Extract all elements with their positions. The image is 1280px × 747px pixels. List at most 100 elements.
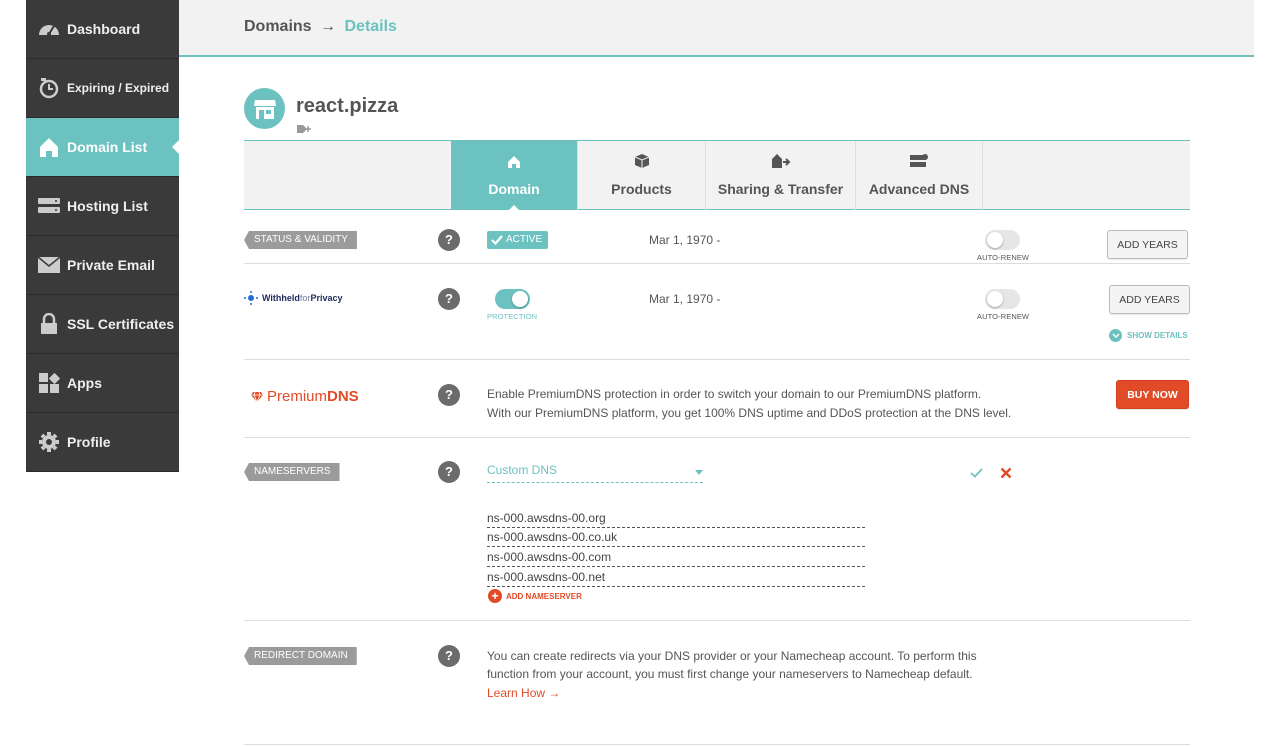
server-icon: [37, 194, 61, 218]
nameserver-input-1[interactable]: [487, 509, 865, 528]
wfp-brand-end: Privacy: [310, 293, 343, 303]
caret-down-icon: [695, 470, 703, 475]
chevron-down-icon: [1109, 329, 1122, 342]
tag-add-icon[interactable]: [296, 123, 312, 141]
row-divider: [244, 620, 1190, 621]
tab-domain[interactable]: Domain: [451, 141, 578, 211]
tab-label: Products: [611, 181, 672, 197]
wfp-brand-light: for: [299, 293, 311, 303]
premium-dns-brand-light: Premium: [267, 388, 328, 405]
check-icon: [491, 235, 503, 245]
sidebar-item-profile[interactable]: Profile: [26, 413, 179, 472]
sidebar-item-ssl[interactable]: SSL Certificates: [26, 295, 179, 354]
tab-sharing-transfer[interactable]: Sharing & Transfer: [706, 141, 856, 210]
row-divider: [244, 744, 1190, 745]
redirect-description-line2: function from your account, you must fir…: [487, 667, 973, 681]
sidebar-item-label: Hosting List: [67, 198, 148, 214]
breadcrumb-root[interactable]: Domains: [244, 18, 312, 35]
box-icon: [634, 153, 650, 172]
share-icon: [771, 153, 791, 172]
redirect-help-button[interactable]: ?: [438, 645, 460, 667]
buy-now-button[interactable]: BUY NOW: [1116, 380, 1189, 409]
premium-dns-description-line1: Enable PremiumDNS protection in order to…: [487, 387, 982, 401]
nameserver-input-4[interactable]: [487, 568, 865, 587]
apps-icon: [37, 371, 61, 395]
sidebar: Dashboard Expiring / Expired Domain List…: [26, 0, 180, 472]
sidebar-item-label: Apps: [67, 375, 102, 391]
toggle-knob: [512, 291, 528, 307]
sidebar-item-label: Expiring / Expired: [67, 81, 170, 95]
nameservers-label: NAMESERVERS: [244, 463, 340, 481]
premium-dns-brand-bold: DNS: [327, 388, 359, 405]
privacy-auto-renew-label: AUTO-RENEW: [977, 312, 1030, 321]
lock-icon: [37, 312, 61, 336]
nameserver-input-3[interactable]: [487, 548, 865, 567]
dns-type-select[interactable]: Custom DNS: [487, 463, 703, 483]
breadcrumb: Domains → Details: [244, 18, 397, 36]
auto-renew-toggle[interactable]: [985, 230, 1020, 250]
sidebar-item-apps[interactable]: Apps: [26, 354, 179, 413]
add-years-button[interactable]: ADD YEARS: [1107, 230, 1188, 259]
domain-avatar: [244, 88, 285, 129]
add-nameserver-text: ADD NAMESERVER: [506, 591, 582, 601]
sparkle-icon: [244, 291, 258, 305]
privacy-help-button[interactable]: ?: [438, 288, 460, 310]
show-details-link[interactable]: SHOW DETAILS: [1109, 329, 1188, 342]
sidebar-item-label: Domain List: [67, 139, 148, 155]
sidebar-item-domain-list[interactable]: Domain List: [26, 118, 180, 177]
home-icon: [507, 155, 521, 172]
cancel-x-icon[interactable]: [1000, 467, 1012, 479]
tab-label: Advanced DNS: [868, 181, 970, 197]
toggle-knob: [987, 232, 1003, 248]
page-header: Domains → Details: [179, 0, 1254, 57]
sidebar-item-expiring[interactable]: Expiring / Expired: [26, 59, 179, 118]
envelope-icon: [37, 253, 61, 277]
auto-renew-label: AUTO-RENEW: [977, 253, 1030, 262]
sidebar-item-private-email[interactable]: Private Email: [26, 236, 179, 295]
storefront-icon: [253, 99, 276, 119]
premium-dns-help-button[interactable]: ?: [438, 384, 460, 406]
sidebar-item-dashboard[interactable]: Dashboard: [26, 0, 179, 59]
sidebar-item-label: Dashboard: [67, 21, 141, 37]
sidebar-item-label: SSL Certificates: [67, 316, 175, 332]
nameservers-help-button[interactable]: ?: [438, 461, 460, 483]
redirect-description-line1: You can create redirects via your DNS pr…: [487, 649, 977, 663]
show-details-text: SHOW DETAILS: [1127, 331, 1188, 340]
add-nameserver-button[interactable]: + ADD NAMESERVER: [488, 589, 582, 603]
learn-how-link[interactable]: Learn How →: [487, 686, 560, 700]
tab-label: Sharing & Transfer: [717, 181, 844, 197]
sidebar-item-label: Private Email: [67, 257, 155, 273]
redirect-domain-label: REDIRECT DOMAIN: [244, 647, 357, 665]
premium-dns-description-line2: With our PremiumDNS platform, you get 10…: [487, 406, 1012, 420]
privacy-auto-renew-toggle[interactable]: [985, 289, 1020, 309]
gem-icon: [251, 391, 263, 403]
save-check-icon[interactable]: [970, 468, 983, 478]
status-help-button[interactable]: ?: [438, 229, 460, 251]
tab-label: Domain: [488, 181, 540, 197]
row-divider: [244, 359, 1190, 360]
speedometer-icon: [37, 17, 61, 41]
status-date: Mar 1, 1970 -: [649, 233, 721, 247]
gear-icon: [37, 430, 61, 454]
breadcrumb-current: Details: [344, 18, 397, 35]
nameserver-input-2[interactable]: [487, 528, 865, 547]
dns-type-selected: Custom DNS: [487, 463, 558, 477]
privacy-date: Mar 1, 1970 -: [649, 292, 721, 306]
status-badge-text: ACTIVE: [506, 234, 543, 245]
tab-advanced-dns[interactable]: Advanced DNS: [856, 141, 983, 210]
breadcrumb-arrow: →: [320, 18, 337, 35]
status-badge: ACTIVE: [487, 231, 549, 249]
withheld-for-privacy-logo: Withheld for Privacy: [244, 291, 342, 305]
premium-dns-logo: Premium DNS: [250, 388, 359, 405]
tab-products[interactable]: Products: [578, 141, 706, 210]
home-icon: [37, 135, 61, 159]
wfp-brand-bold: Withheld: [262, 293, 300, 303]
sidebar-item-hosting-list[interactable]: Hosting List: [26, 177, 179, 236]
clock-icon: [37, 76, 61, 100]
status-validity-label: STATUS & VALIDITY: [244, 231, 357, 249]
row-divider: [244, 263, 1190, 264]
sidebar-item-label: Profile: [67, 434, 111, 450]
toggle-knob: [987, 291, 1003, 307]
privacy-add-years-button[interactable]: ADD YEARS: [1109, 285, 1190, 314]
protection-toggle[interactable]: [495, 289, 530, 309]
